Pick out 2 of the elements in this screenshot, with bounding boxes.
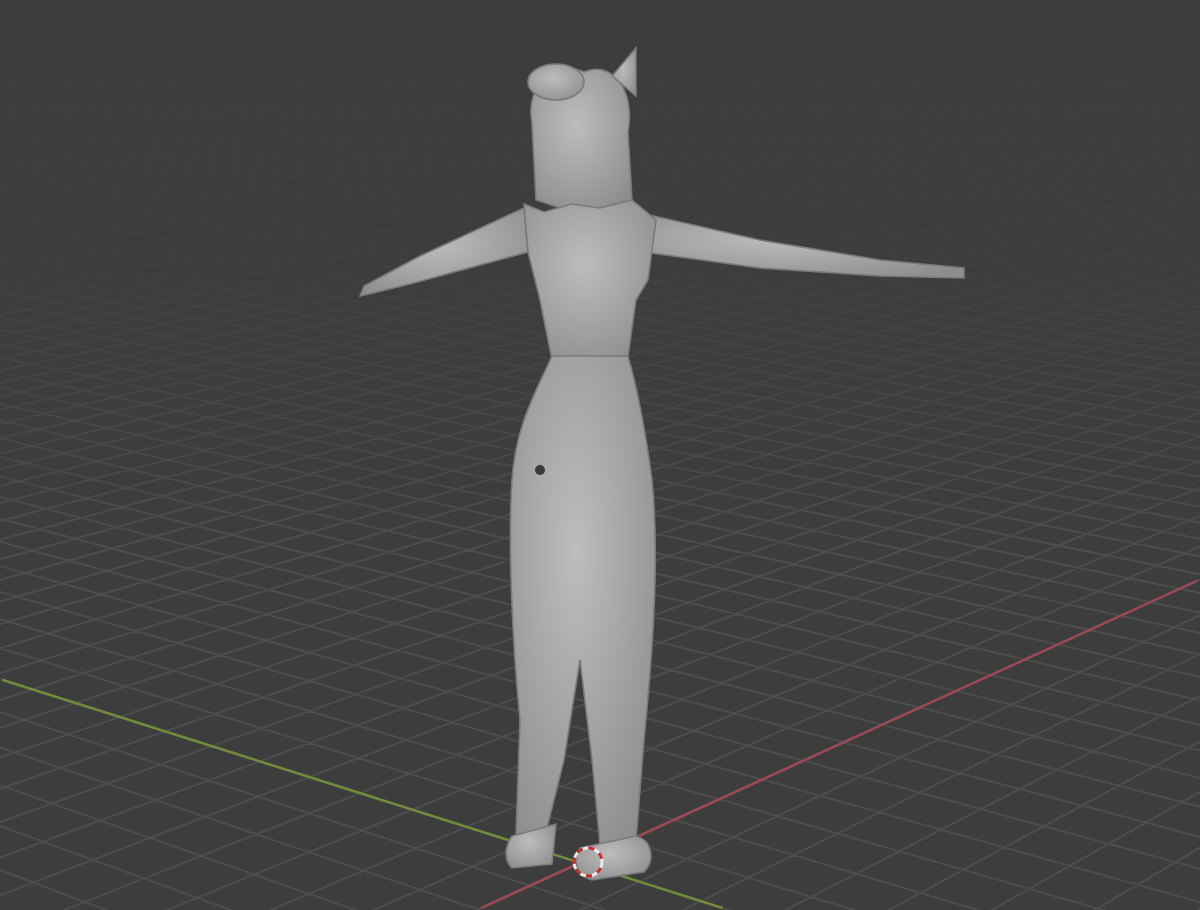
3d-cursor-icon — [572, 846, 604, 878]
character-model-drawing[interactable] — [358, 45, 965, 881]
